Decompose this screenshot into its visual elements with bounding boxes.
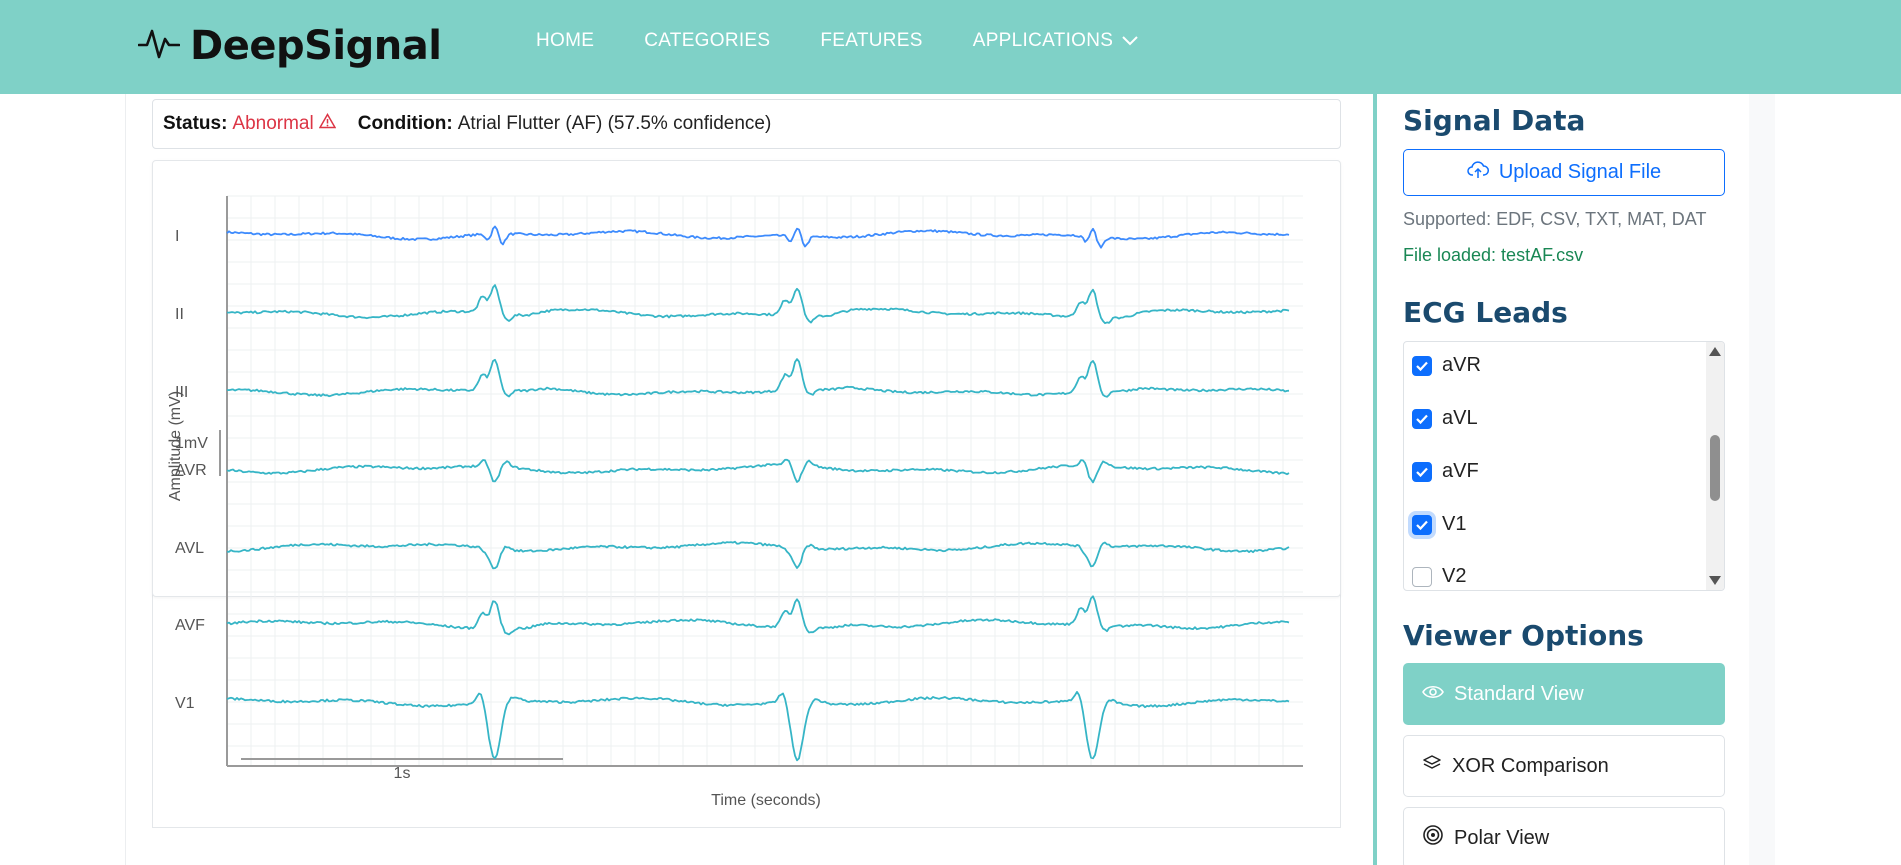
- amplitude-scale-label: 1mV: [175, 435, 208, 452]
- lead-item-avl[interactable]: aVL: [1412, 407, 1478, 430]
- standard-view-button[interactable]: Standard View: [1403, 663, 1725, 725]
- condition-label: Condition:: [357, 113, 453, 134]
- lead-label-avf: AVF: [175, 617, 205, 634]
- leads-scrollbar[interactable]: [1706, 342, 1724, 590]
- scroll-down-icon[interactable]: [1709, 576, 1721, 585]
- ecg-trace-avr: [226, 458, 1290, 484]
- upload-signal-button[interactable]: Upload Signal File: [1403, 149, 1725, 196]
- lead-label-v2: V2: [1442, 565, 1467, 587]
- nav-features[interactable]: FEATURES: [820, 30, 922, 52]
- polar-view-label: Polar View: [1454, 826, 1550, 849]
- scroll-up-icon[interactable]: [1709, 347, 1721, 356]
- status-value: Abnormal: [232, 112, 337, 135]
- ecg-trace-avl: [226, 540, 1290, 570]
- polar-view-button[interactable]: Polar View: [1403, 807, 1725, 865]
- x-axis-label: Time (seconds): [711, 792, 821, 809]
- file-loaded-status: File loaded: testAF.csv: [1403, 245, 1584, 265]
- lead-label-ii: II: [175, 306, 184, 323]
- lead-checkbox-avr[interactable]: [1412, 355, 1432, 376]
- ecg-trace-avf: [226, 595, 1290, 636]
- lead-label-avl: AVL: [175, 540, 204, 557]
- ecg-chart: IIIIIIAVRAVLAVFV1Time (seconds)Amplitude…: [167, 195, 1303, 809]
- navbar: DeepSignal HOME CATEGORIES FEATURES APPL…: [0, 0, 1901, 94]
- upload-signal-label: Upload Signal File: [1498, 161, 1662, 183]
- ecg-leads-list[interactable]: aVR aVL aVF V1 V2: [1403, 341, 1725, 591]
- lead-label-avf: aVF: [1442, 460, 1479, 482]
- layers-icon: [1422, 754, 1442, 778]
- xor-comparison-label: XOR Comparison: [1452, 754, 1609, 777]
- xor-comparison-button[interactable]: XOR Comparison: [1403, 735, 1725, 797]
- nav-links: HOME CATEGORIES FEATURES APPLICATIONS: [536, 30, 1139, 52]
- lead-item-v2[interactable]: V2: [1412, 565, 1466, 588]
- lead-label-v1: V1: [175, 695, 195, 712]
- condition-value: Atrial Flutter (AF) (57.5% confidence): [457, 113, 772, 134]
- lead-label-v1: V1: [1442, 513, 1467, 535]
- nav-applications-label: APPLICATIONS: [972, 30, 1114, 51]
- nav-home[interactable]: HOME: [536, 30, 594, 52]
- ecg-trace-iii: [226, 358, 1290, 398]
- time-scale-label: 1s: [394, 765, 411, 782]
- status-bar: Status: Abnormal Condition: Atrial Flutt…: [152, 99, 1341, 149]
- lead-label-i: I: [175, 228, 179, 245]
- nav-applications[interactable]: APPLICATIONS: [973, 30, 1140, 52]
- lead-label-avl: aVL: [1442, 407, 1478, 429]
- status-value-text: Abnormal: [232, 113, 314, 134]
- lead-item-avr[interactable]: aVR: [1412, 354, 1481, 377]
- leads-scrollbar-thumb[interactable]: [1710, 435, 1720, 501]
- lead-item-avf[interactable]: aVF: [1412, 460, 1479, 483]
- signal-data-title: Signal Data: [1403, 104, 1586, 137]
- supported-formats: Supported: EDF, CSV, TXT, MAT, DAT: [1403, 209, 1707, 229]
- brand-logo[interactable]: DeepSignal: [137, 20, 442, 72]
- nav-categories[interactable]: CATEGORIES: [644, 30, 770, 52]
- eye-icon: [1422, 683, 1444, 706]
- pulse-icon: [137, 27, 181, 66]
- lead-label-avr: aVR: [1442, 354, 1481, 376]
- cloud-upload-icon: [1467, 160, 1489, 186]
- lead-item-v1[interactable]: V1: [1412, 513, 1466, 536]
- lead-checkbox-avf[interactable]: [1412, 461, 1432, 482]
- lead-checkbox-v2[interactable]: [1412, 566, 1432, 587]
- ecg-leads-title: ECG Leads: [1403, 296, 1568, 329]
- ecg-trace-i: [226, 225, 1290, 249]
- status-label: Status:: [163, 113, 228, 134]
- viewer-options-title: Viewer Options: [1403, 619, 1644, 652]
- brand-name: DeepSignal: [190, 23, 442, 69]
- target-icon: [1422, 824, 1444, 852]
- chevron-down-icon: [1121, 30, 1139, 52]
- lead-checkbox-avl[interactable]: [1412, 408, 1432, 429]
- warning-icon: [318, 112, 337, 135]
- ecg-trace-ii: [226, 284, 1290, 325]
- standard-view-label: Standard View: [1454, 682, 1584, 705]
- lead-checkbox-v1[interactable]: [1412, 514, 1432, 535]
